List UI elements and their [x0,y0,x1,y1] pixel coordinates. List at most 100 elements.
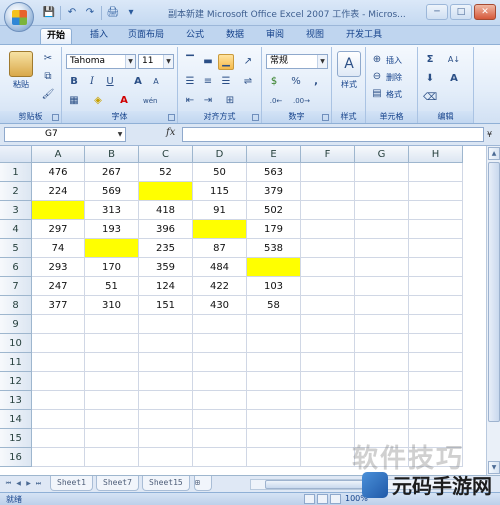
format-cells-button[interactable]: 格式 [386,89,402,100]
cell-e4[interactable]: 179 [247,220,301,239]
cell-f1[interactable] [301,163,355,182]
cell-c14[interactable] [139,410,193,429]
cell-d4[interactable] [193,220,247,239]
fill-icon[interactable]: ⬇ [422,71,438,87]
font-name-combo[interactable]: Tahoma ▼ [66,54,136,69]
row-header-15[interactable]: 15 [0,429,32,448]
cell-c7[interactable]: 124 [139,277,193,296]
tab-data[interactable]: 数据 [220,28,250,44]
cell-h4[interactable] [409,220,463,239]
row-header-1[interactable]: 1 [0,163,32,182]
select-all-corner[interactable] [0,146,32,163]
cell-d13[interactable] [193,391,247,410]
row-header-12[interactable]: 12 [0,372,32,391]
cell-d9[interactable] [193,315,247,334]
minimize-button[interactable]: ─ [426,4,448,20]
cell-h10[interactable] [409,334,463,353]
wrap-text-icon[interactable]: ⇌ [240,74,256,90]
align-right-icon[interactable]: ☰ [218,74,234,90]
underline-button[interactable]: U [102,74,118,90]
cell-f6[interactable] [301,258,355,277]
cell-c9[interactable] [139,315,193,334]
copy-icon[interactable]: ⧉ [40,69,56,85]
delete-cells-icon[interactable]: ⊖ [369,69,385,85]
italic-button[interactable]: I [84,74,100,90]
orientation-icon[interactable]: ↗ [240,54,256,70]
grow-font-button[interactable]: A [130,74,146,90]
cell-c15[interactable] [139,429,193,448]
find-select-button[interactable]: A [446,71,462,87]
font-launcher-icon[interactable] [168,114,175,121]
styles-button[interactable]: A 样式 [334,51,364,90]
shrink-font-button[interactable]: A [148,74,164,90]
cell-c6[interactable]: 359 [139,258,193,277]
cell-a5[interactable]: 74 [32,239,85,258]
cell-h12[interactable] [409,372,463,391]
undo-icon[interactable]: ↶ [65,6,79,20]
cell-a11[interactable] [32,353,85,372]
align-top-icon[interactable]: ▔ [182,54,198,70]
cell-e1[interactable]: 563 [247,163,301,182]
sort-filter-button[interactable]: A↓ [446,52,462,68]
cell-g13[interactable] [355,391,409,410]
sheet-tab-sheet7[interactable]: Sheet7 [96,476,139,491]
cell-g7[interactable] [355,277,409,296]
row-header-14[interactable]: 14 [0,410,32,429]
cell-e2[interactable]: 379 [247,182,301,201]
scroll-up-icon[interactable]: ▲ [488,147,500,160]
cell-h9[interactable] [409,315,463,334]
cell-c3[interactable]: 418 [139,201,193,220]
cut-icon[interactable]: ✂ [40,51,56,67]
row-header-5[interactable]: 5 [0,239,32,258]
cell-h14[interactable] [409,410,463,429]
cell-h8[interactable] [409,296,463,315]
number-launcher-icon[interactable] [322,114,329,121]
cell-b10[interactable] [85,334,139,353]
column-header-h[interactable]: H [409,146,463,163]
cell-d6[interactable]: 484 [193,258,247,277]
cell-g9[interactable] [355,315,409,334]
decrease-indent-icon[interactable]: ⇤ [182,93,198,109]
cell-a9[interactable] [32,315,85,334]
name-box[interactable]: G7 ▼ [4,127,126,142]
cell-c4[interactable]: 396 [139,220,193,239]
insert-function-icon[interactable]: fx [166,127,175,138]
row-header-6[interactable]: 6 [0,258,32,277]
cell-a1[interactable]: 476 [32,163,85,182]
align-left-icon[interactable]: ☰ [182,74,198,90]
save-icon[interactable]: 💾 [42,6,56,20]
cell-f8[interactable] [301,296,355,315]
cell-a4[interactable]: 297 [32,220,85,239]
font-color-button[interactable]: A [116,93,132,109]
formula-input[interactable] [182,127,484,142]
cell-a7[interactable]: 247 [32,277,85,296]
cell-a14[interactable] [32,410,85,429]
align-middle-icon[interactable]: ▬ [200,54,216,70]
tab-developer[interactable]: 开发工具 [340,28,388,44]
delete-cells-button[interactable]: 删除 [386,72,402,83]
cell-a13[interactable] [32,391,85,410]
align-bottom-icon[interactable]: ▁ [218,54,234,70]
cell-b8[interactable]: 310 [85,296,139,315]
cell-g12[interactable] [355,372,409,391]
cell-a8[interactable]: 377 [32,296,85,315]
cell-g1[interactable] [355,163,409,182]
column-header-f[interactable]: F [301,146,355,163]
paste-button[interactable]: 粘贴 [6,51,36,90]
cell-e16[interactable] [247,448,301,467]
vertical-scrollbar[interactable]: ▲ ▼ [486,146,500,475]
insert-sheet-icon[interactable]: ⊞ [194,476,212,491]
cell-g11[interactable] [355,353,409,372]
cell-f15[interactable] [301,429,355,448]
cell-c8[interactable]: 151 [139,296,193,315]
cell-h6[interactable] [409,258,463,277]
cell-c12[interactable] [139,372,193,391]
bold-button[interactable]: B [66,74,82,90]
cell-b2[interactable]: 569 [85,182,139,201]
normal-view-icon[interactable] [304,494,315,504]
row-header-10[interactable]: 10 [0,334,32,353]
sheet-tab-sheet15[interactable]: Sheet15 [142,476,190,491]
column-header-b[interactable]: B [85,146,139,163]
sheet-tab-sheet1[interactable]: Sheet1 [50,476,93,491]
cell-d1[interactable]: 50 [193,163,247,182]
